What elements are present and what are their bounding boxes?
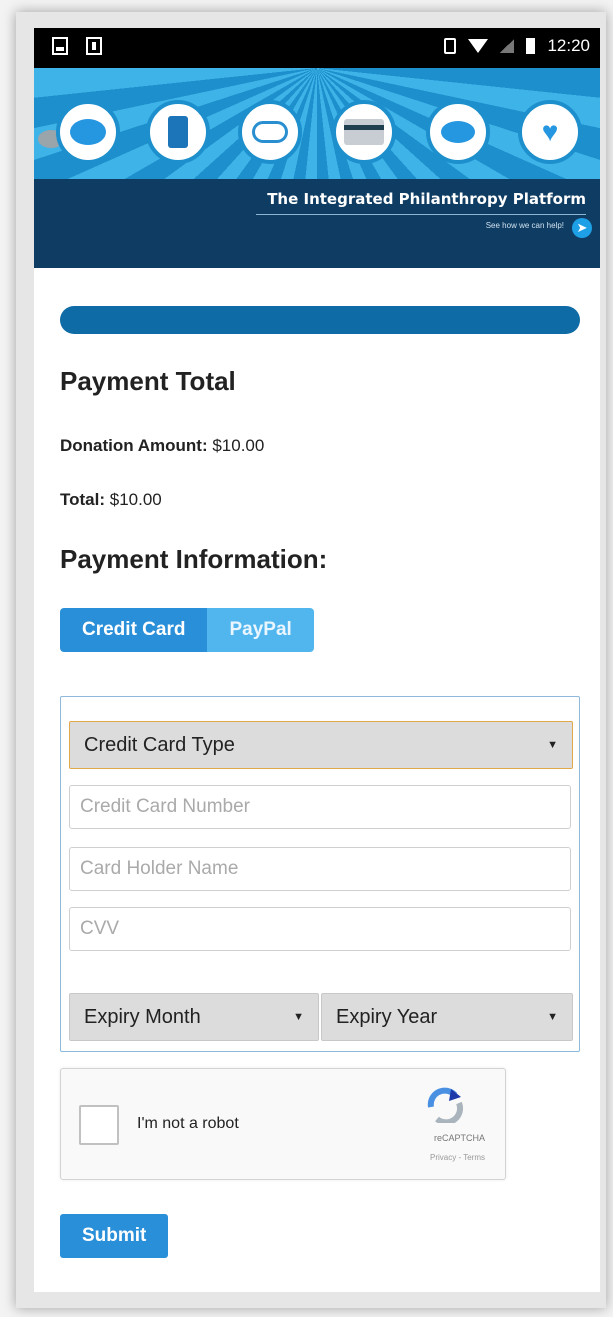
piggy-bank-icon — [426, 100, 490, 164]
donation-amount-line: Donation Amount: $10.00 — [60, 436, 264, 456]
payment-method-tabs: Credit Card PayPal — [60, 608, 314, 652]
card-holder-name-input[interactable]: Card Holder Name — [69, 847, 571, 891]
credit-card-icon — [332, 100, 396, 164]
recaptcha-widget: I'm not a robot reCAPTCHA Privacy - Term… — [60, 1068, 506, 1180]
expiry-year-value: Expiry Year — [336, 1005, 438, 1028]
chat-icon — [56, 100, 120, 164]
phone-dollar-icon — [146, 100, 210, 164]
donation-amount-label: Donation Amount: — [60, 436, 208, 455]
payment-information-heading: Payment Information: — [60, 544, 328, 574]
arrow-right-icon[interactable]: ➤ — [572, 218, 592, 238]
banner-subtitle-link[interactable]: See how we can help! — [486, 221, 564, 230]
image-notification-icon — [52, 37, 68, 55]
dropdown-arrow-icon: ▼ — [547, 739, 558, 751]
expiry-month-value: Expiry Month — [84, 1005, 201, 1028]
recaptcha-label: I'm not a robot — [137, 1115, 239, 1132]
banner-divider — [256, 214, 586, 215]
expiry-month-select[interactable]: Expiry Month ▼ — [69, 993, 319, 1041]
recaptcha-brand: reCAPTCHA — [433, 1133, 485, 1143]
download-notification-icon — [86, 37, 102, 55]
credit-card-number-input[interactable]: Credit Card Number — [69, 785, 571, 829]
credit-card-form: Credit Card Type ▼ Credit Card Number Ca… — [60, 696, 580, 1052]
progress-bar — [60, 306, 580, 334]
credit-card-type-value: Credit Card Type — [84, 733, 235, 756]
total-line: Total: $10.00 — [60, 490, 162, 510]
signal-icon — [500, 39, 515, 53]
header-banner[interactable]: ♥ The Integrated Philanthropy Platform S… — [34, 68, 600, 268]
vibrate-icon — [444, 38, 457, 54]
submit-button[interactable]: Submit — [60, 1214, 169, 1258]
credit-card-type-select[interactable]: Credit Card Type ▼ — [69, 721, 573, 769]
status-time: 12:20 — [547, 36, 590, 55]
tab-paypal[interactable]: PayPal — [207, 608, 314, 652]
dropdown-arrow-icon: ▼ — [293, 1011, 304, 1023]
banner-title: The Integrated Philanthropy Platform — [267, 190, 586, 208]
payment-total-heading: Payment Total — [60, 366, 236, 396]
status-bar: 12:20 — [34, 28, 600, 68]
total-value: $10.00 — [105, 490, 162, 509]
heart-hand-icon: ♥ — [518, 100, 582, 164]
tab-credit-card[interactable]: Credit Card — [60, 608, 208, 652]
phone-screen: 12:20 ♥ The Integrated Philanthropy Plat… — [34, 28, 600, 1292]
dropdown-arrow-icon: ▼ — [547, 1011, 558, 1023]
recaptcha-privacy-terms-links[interactable]: Privacy - Terms — [430, 1153, 485, 1162]
expiry-year-select[interactable]: Expiry Year ▼ — [321, 993, 573, 1041]
donation-amount-value: $10.00 — [207, 436, 265, 455]
total-label: Total: — [60, 490, 106, 509]
battery-icon — [526, 38, 536, 54]
cvv-input[interactable]: CVV — [69, 907, 571, 951]
recaptcha-logo-icon — [427, 1087, 464, 1123]
wifi-icon — [468, 39, 489, 53]
recaptcha-checkbox[interactable] — [79, 1105, 119, 1145]
cloud-link-icon — [238, 100, 302, 164]
